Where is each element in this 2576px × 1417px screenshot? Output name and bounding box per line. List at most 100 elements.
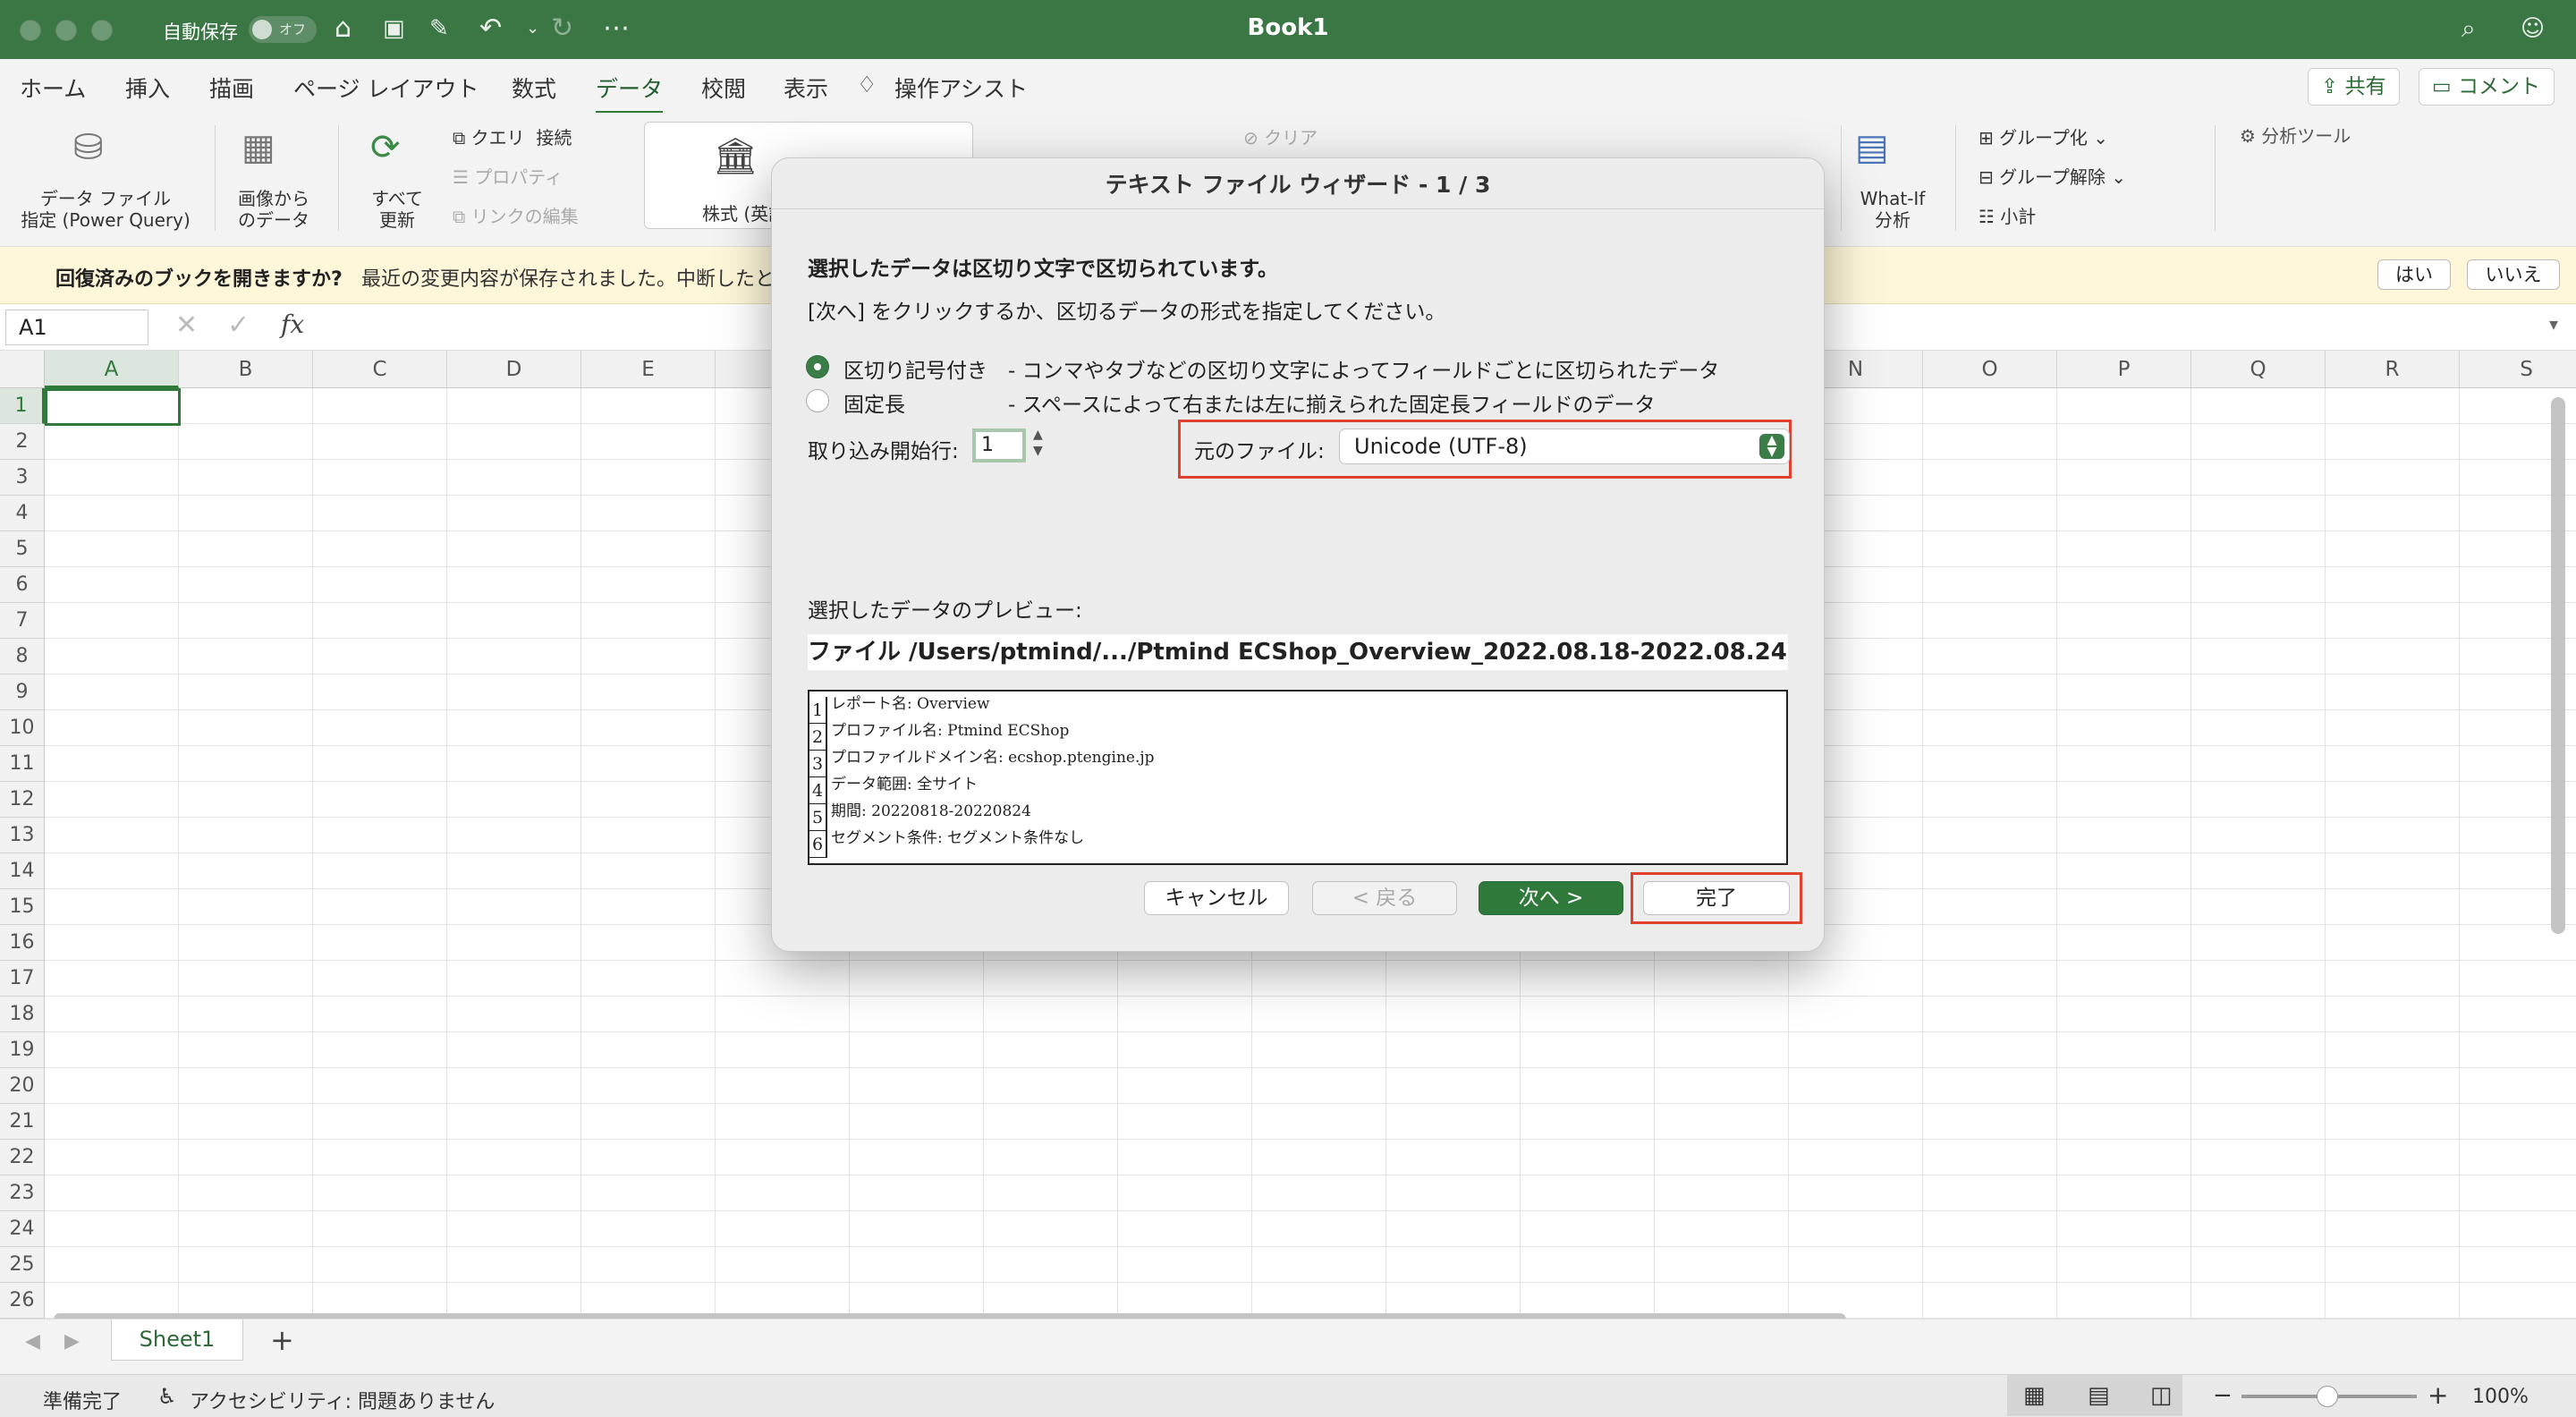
row-header[interactable]: 23 [0,1175,45,1211]
row-header[interactable]: 6 [0,567,45,603]
normal-view-icon[interactable]: ▦ [2023,1382,2046,1409]
name-box[interactable]: A1 [5,310,148,345]
origin-select[interactable]: Unicode (UTF-8) ▲ ▼ [1339,428,1790,464]
column-header[interactable]: A [45,351,179,388]
chevron-updown-icon: ▲ ▼ [1759,434,1784,459]
row-header[interactable]: 14 [0,853,45,889]
fixed-width-radio[interactable] [806,389,829,412]
sheet-tab-sheet1[interactable]: Sheet1 [111,1319,243,1361]
search-icon[interactable]: ⌕ [2462,13,2476,45]
confirm-entry-icon[interactable]: ✓ [227,310,250,341]
finish-button[interactable]: 完了 [1643,881,1790,915]
refresh-all-button[interactable]: すべて 更新 [356,188,438,231]
row-header[interactable]: 26 [0,1283,45,1319]
column-header[interactable]: R [2326,351,2460,388]
fixed-width-label[interactable]: 固定長 [843,387,905,418]
selected-cell[interactable] [45,388,181,426]
edit-links-button[interactable]: ⧉ リンクの編集 [453,206,579,227]
share-button[interactable]: ⇪ 共有 [2308,68,2400,106]
preview-row-text: データ範囲: 全サイト [831,776,979,793]
page-layout-view-icon[interactable]: ▤ [2088,1382,2110,1409]
row-header[interactable]: 5 [0,531,45,567]
zoom-level[interactable]: 100% [2472,1386,2529,1408]
tab-draw[interactable]: 描画 [209,72,254,104]
row-header[interactable]: 22 [0,1140,45,1175]
expand-formula-icon[interactable]: ▾ [2549,313,2558,335]
row-header[interactable]: 13 [0,818,45,853]
tab-data[interactable]: データ [596,72,664,115]
row-header[interactable]: 25 [0,1247,45,1283]
row-header[interactable]: 2 [0,424,45,460]
what-if-button[interactable]: What-If 分析 [1848,188,1937,231]
start-row-stepper-icon[interactable]: ▲ ▼ [1033,427,1043,459]
row-header[interactable]: 1 [0,388,45,424]
notification-no-button[interactable]: いいえ [2467,259,2560,290]
row-header[interactable]: 4 [0,496,45,531]
accessibility-icon: ♿ [157,1384,177,1409]
column-header[interactable]: C [313,351,447,388]
tab-formulas[interactable]: 数式 [512,72,556,104]
tab-home[interactable]: ホーム [20,72,86,104]
notification-yes-button[interactable]: はい [2377,259,2451,290]
vertical-scrollbar[interactable] [2551,397,2565,934]
tab-view[interactable]: 表示 [784,72,828,104]
subtotal-button[interactable]: ☷ 小計 [1979,206,2036,227]
row-header[interactable]: 19 [0,1032,45,1068]
add-sheet-button[interactable]: + [270,1323,294,1357]
cancel-entry-icon[interactable]: ✕ [175,310,198,341]
zoom-out-icon[interactable]: − [2213,1382,2233,1409]
get-data-button[interactable]: データ ファイル 指定 (Power Query) [13,188,199,231]
row-header[interactable]: 9 [0,675,45,710]
row-header[interactable]: 3 [0,460,45,496]
page-break-view-icon[interactable]: ◫ [2150,1382,2173,1409]
zoom-slider-thumb[interactable] [2317,1386,2338,1407]
group-button[interactable]: ⊞ グループ化 ⌄ [1979,127,2108,148]
row-header[interactable]: 17 [0,961,45,997]
insert-function-icon[interactable]: fx [281,310,304,339]
cancel-button[interactable]: キャンセル [1144,881,1289,915]
row-header[interactable]: 15 [0,889,45,925]
picture-label-1: 画像から [238,188,309,209]
properties-button[interactable]: ☰ プロパティ [453,166,563,188]
analysis-tools-button[interactable]: ⚙ 分析ツール [2240,125,2351,147]
column-header[interactable]: D [447,351,581,388]
tab-tell-me[interactable]: 操作アシスト [894,72,1028,104]
next-sheet-icon[interactable]: ▶ [64,1330,80,1353]
column-header[interactable]: O [1923,351,2057,388]
comment-button[interactable]: ▭ コメント [2419,68,2555,106]
clear-filter-button[interactable]: ⊘ クリア [1243,127,1318,148]
row-header[interactable]: 16 [0,925,45,961]
row-header[interactable]: 7 [0,603,45,639]
column-header[interactable]: P [2057,351,2191,388]
back-button[interactable]: < 戻る [1312,881,1457,915]
start-row-input[interactable]: 1 [972,428,1026,462]
row-header[interactable]: 8 [0,639,45,675]
queries-button[interactable]: ⧉ クエリ 接続 [453,127,572,148]
connections-label[interactable]: 接続 [536,127,572,148]
next-button[interactable]: 次へ > [1479,881,1623,915]
row-header[interactable]: 10 [0,710,45,746]
row-header[interactable]: 18 [0,997,45,1032]
row-header[interactable]: 12 [0,782,45,818]
row-header[interactable]: 21 [0,1104,45,1140]
accessibility-status[interactable]: アクセシビリティ: 問題ありません [190,1386,495,1414]
delimited-label[interactable]: 区切り記号付き [843,353,987,384]
row-header[interactable]: 24 [0,1211,45,1247]
tab-page-layout[interactable]: ページ レイアウト [293,72,479,104]
tab-insert[interactable]: 挿入 [125,72,170,104]
data-preview[interactable]: 1 レポート名: Overview 2 プロファイル名: Ptmind ECShop… [808,690,1788,865]
row-header[interactable]: 11 [0,746,45,782]
ungroup-button[interactable]: ⊟ グループ解除 ⌄ [1979,166,2126,188]
data-from-picture-button[interactable]: 画像から のデータ [231,188,317,231]
column-header[interactable]: Q [2191,351,2326,388]
tab-review[interactable]: 校閲 [701,72,746,104]
delimited-radio[interactable] [806,355,829,378]
column-header[interactable]: E [581,351,716,388]
account-icon[interactable]: ☺ [2521,13,2545,45]
column-header[interactable]: B [179,351,313,388]
prev-sheet-icon[interactable]: ◀ [25,1330,40,1353]
row-header[interactable]: 20 [0,1068,45,1104]
column-header[interactable]: S [2460,351,2576,388]
zoom-in-icon[interactable]: + [2428,1380,2448,1410]
select-all-corner[interactable] [0,351,45,388]
